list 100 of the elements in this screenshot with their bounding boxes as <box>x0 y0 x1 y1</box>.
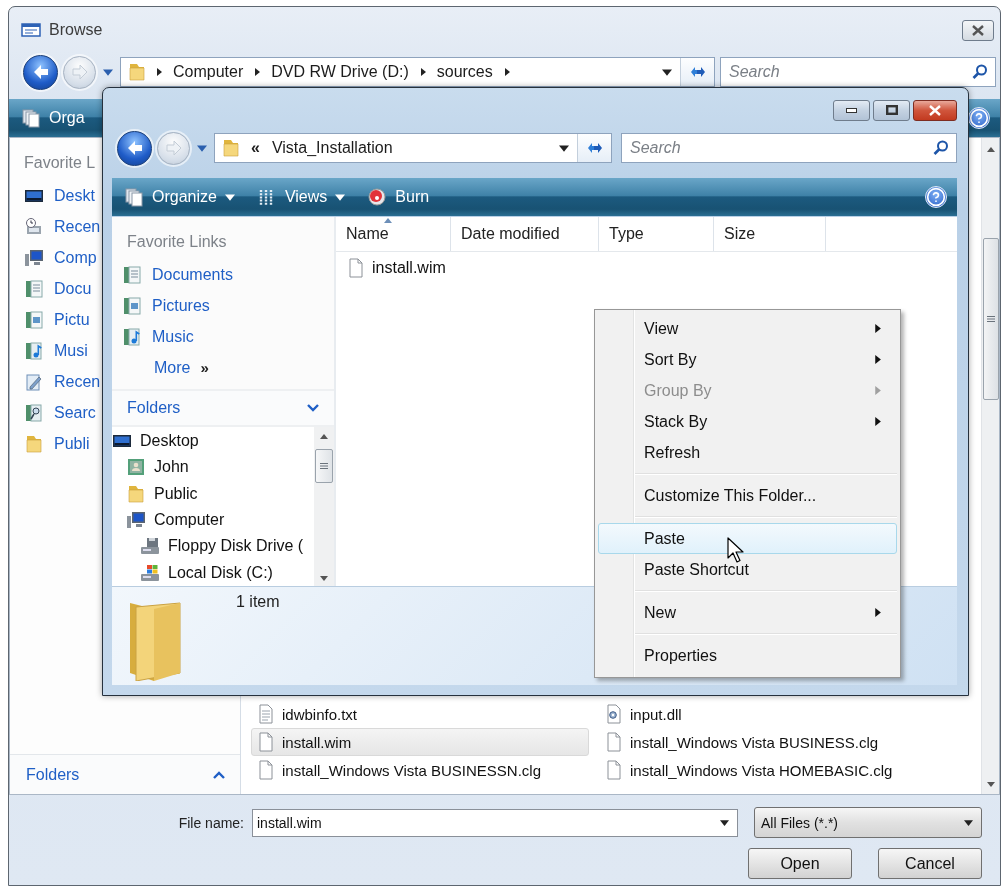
file-item[interactable]: idwbinfo.txt <box>251 700 589 728</box>
menu-item[interactable]: Properties <box>598 640 897 671</box>
grip-icon <box>320 462 328 470</box>
tree-item[interactable]: Public <box>112 480 314 507</box>
file-item[interactable]: install.wim <box>251 728 589 756</box>
refresh-button[interactable] <box>680 58 714 86</box>
breadcrumb[interactable]: sources <box>434 63 495 81</box>
favorite-link[interactable]: Publi <box>24 428 90 459</box>
menu-item[interactable]: Paste Shortcut <box>598 554 897 585</box>
menu-item[interactable]: Customize This Folder... <box>598 480 897 511</box>
breadcrumb[interactable]: DVD RW Drive (D:) <box>269 63 411 81</box>
tree-item[interactable]: Floppy Disk Drive ( <box>112 533 314 560</box>
menu-item[interactable]: Paste <box>598 523 897 554</box>
favorite-link[interactable]: Searc <box>24 397 96 428</box>
favorite-link[interactable]: Music <box>122 321 334 352</box>
computer-icon <box>126 510 146 531</box>
search-field[interactable]: Search <box>720 57 996 87</box>
file-icon <box>604 760 624 780</box>
music-icon <box>122 326 142 347</box>
file-item[interactable]: install_Windows Vista BUSINESS.clg <box>599 728 949 756</box>
folder-icon <box>24 433 44 454</box>
toolbar-button[interactable]: Orga <box>21 108 85 128</box>
menu-item[interactable]: Sort By <box>598 344 897 375</box>
picture-icon <box>24 309 44 330</box>
drive-icon <box>140 562 160 583</box>
help-icon[interactable] <box>968 107 990 129</box>
back-button[interactable] <box>117 130 152 166</box>
menu-item[interactable]: Refresh <box>598 437 897 468</box>
tree-item[interactable]: Local Disk (C:) <box>112 559 314 586</box>
dropdown-arrow-icon <box>559 143 569 153</box>
dropdown-arrow-icon <box>720 818 729 827</box>
breadcrumb-arrow-icon <box>502 68 511 76</box>
favorite-link[interactable]: Docu <box>24 273 92 304</box>
minimize-button[interactable] <box>833 99 870 121</box>
text-file-icon <box>256 704 276 724</box>
favorite-link[interactable]: Pictures <box>122 290 334 321</box>
address-bar[interactable]: « Vista_Installation <box>214 133 612 163</box>
file-item[interactable]: install.wim <box>336 254 957 282</box>
close-button[interactable] <box>913 99 957 121</box>
menu-item[interactable]: Stack By <box>598 406 897 437</box>
favorite-link[interactable]: Pictu <box>24 304 90 335</box>
tree-item[interactable]: John <box>112 454 314 481</box>
file-item[interactable]: install_Windows Vista BUSINESSN.clg <box>251 756 589 784</box>
search-field[interactable]: Search <box>621 133 957 163</box>
dropdown-arrow-icon <box>964 818 973 827</box>
breadcrumb-arrow-icon <box>253 68 262 76</box>
cursor-icon <box>727 537 744 564</box>
back-button[interactable] <box>23 54 58 90</box>
address-bar[interactable]: Computer DVD RW Drive (D:) sources <box>120 57 715 87</box>
tree-item[interactable]: Desktop <box>112 428 314 455</box>
search-icon <box>932 139 950 157</box>
maximize-button[interactable] <box>873 99 910 121</box>
chevron-up-icon <box>212 769 226 780</box>
breadcrumb[interactable]: Computer <box>171 63 246 81</box>
document-icon <box>24 278 44 299</box>
scrollbar-thumb[interactable] <box>315 449 333 483</box>
toolbar-button[interactable]: Organize <box>124 187 235 207</box>
breadcrumb[interactable]: Vista_Installation <box>269 139 395 157</box>
tree-item[interactable]: Computer <box>112 507 314 534</box>
toolbar-button[interactable]: Burn <box>367 187 430 207</box>
menu-item[interactable]: View <box>598 313 897 344</box>
file-item[interactable]: input.dll <box>599 700 949 728</box>
toolbar-button[interactable]: Views <box>256 187 346 207</box>
submenu-arrow-icon <box>873 608 882 617</box>
section-heading: Favorite Links <box>126 232 228 252</box>
window-title: Browse <box>49 21 103 39</box>
favorite-link[interactable]: Musi <box>24 335 88 366</box>
dialog-button[interactable]: Cancel <box>878 848 982 879</box>
menu-item[interactable]: New <box>598 597 897 628</box>
favorite-link[interactable]: Deskt <box>24 180 95 211</box>
folder-icon <box>126 483 146 504</box>
chevron-down-icon <box>306 403 320 413</box>
file-icon <box>256 732 276 752</box>
section-heading: Favorite L <box>24 153 96 173</box>
scrollbar[interactable] <box>314 427 334 586</box>
help-icon[interactable] <box>925 186 947 208</box>
favorite-link[interactable]: Recen <box>24 366 101 397</box>
dropdown-arrow-icon <box>224 192 235 202</box>
scroll-down-icon <box>320 574 328 582</box>
scroll-up-icon <box>320 433 328 441</box>
file-name-field[interactable]: install.wim <box>252 808 738 837</box>
favorite-link[interactable]: Recen <box>24 211 101 242</box>
file-icon <box>346 258 366 278</box>
file-type-select[interactable]: All Files (*.*) <box>754 807 982 838</box>
favorite-link[interactable]: Documents <box>122 259 334 290</box>
dropdown-arrow-icon <box>335 192 346 202</box>
favorite-link[interactable]: Comp <box>24 242 97 273</box>
pages-icon <box>124 187 144 207</box>
more-link[interactable]: More » <box>122 352 334 383</box>
file-item[interactable]: install_Windows Vista HOMEBASIC.clg <box>599 756 949 784</box>
gear-file-icon <box>604 704 624 724</box>
field-label: File name: <box>178 814 244 831</box>
refresh-button[interactable] <box>577 134 611 162</box>
scrollbar[interactable] <box>981 138 999 794</box>
file-icon <box>604 732 624 752</box>
breadcrumb-arrow-icon <box>155 68 163 76</box>
close-button[interactable] <box>962 19 994 41</box>
pencil-icon <box>24 371 44 392</box>
dialog-button[interactable]: Open <box>748 848 852 879</box>
scrollbar-thumb[interactable] <box>982 238 999 400</box>
